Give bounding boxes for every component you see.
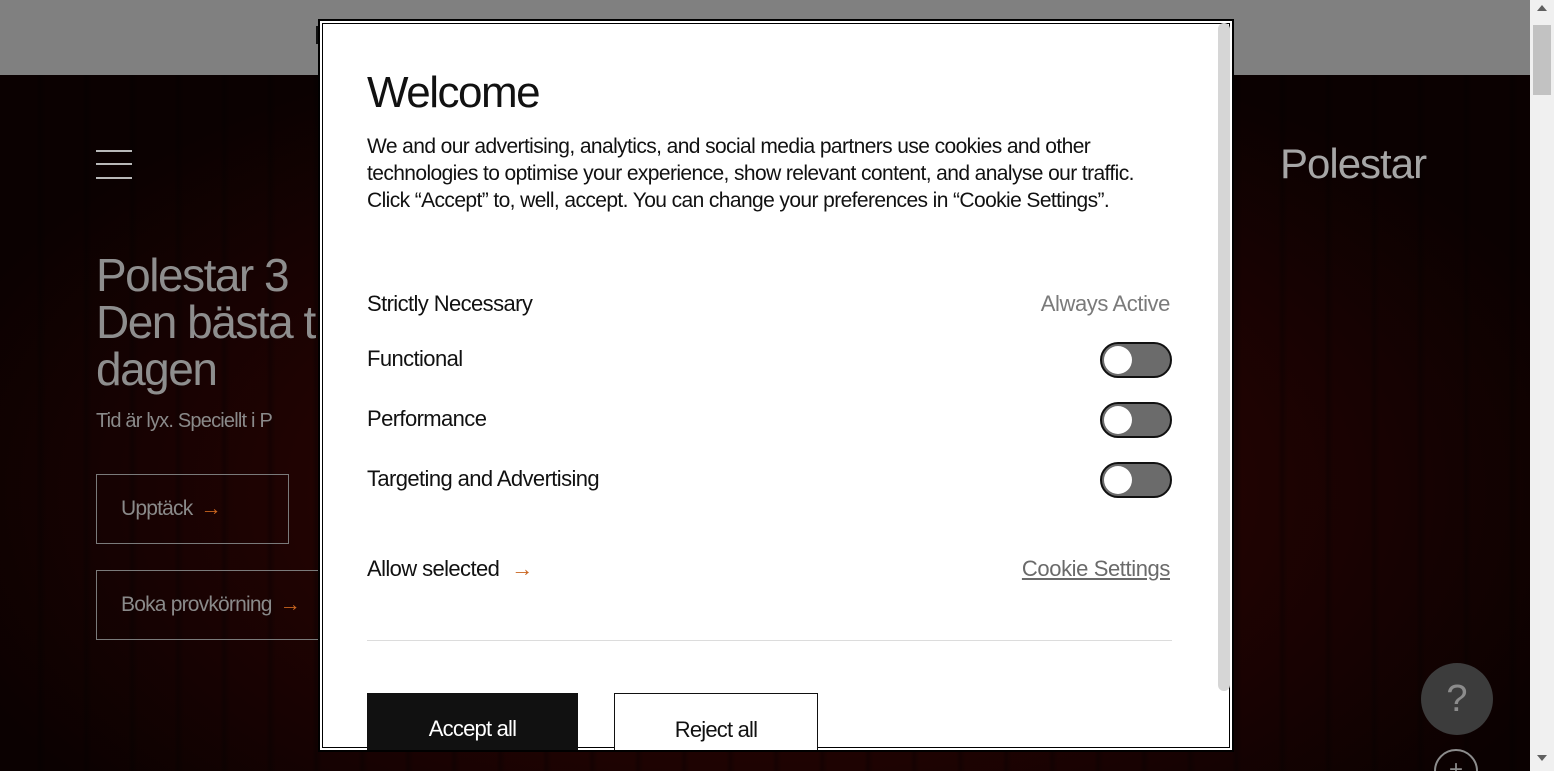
window-scrollbar[interactable] [1530, 0, 1554, 771]
category-strictly-necessary: Strictly Necessary [367, 291, 533, 316]
scroll-up-icon[interactable] [1537, 5, 1547, 11]
arrow-right-icon: → [511, 556, 533, 581]
toggle-knob [1104, 346, 1132, 374]
menu-icon[interactable] [96, 150, 132, 180]
performance-toggle[interactable] [1100, 402, 1172, 438]
cookie-settings-link[interactable]: Cookie Settings [1022, 556, 1170, 582]
functional-toggle[interactable] [1100, 342, 1172, 378]
dialog-scrollbar[interactable] [1218, 23, 1230, 691]
hero-title-line2: Den bästa t [96, 296, 316, 348]
discover-button[interactable]: Upptäck → [96, 474, 289, 544]
hero-title-line3: dagen [96, 343, 218, 395]
allow-selected-label: Allow selected [367, 556, 500, 581]
book-testdrive-button[interactable]: Boka provkörning → [96, 570, 356, 640]
dialog-description: We and our advertising, analytics, and s… [367, 135, 1134, 212]
divider [367, 640, 1172, 641]
category-targeting: Targeting and Advertising [367, 466, 600, 491]
accept-all-button[interactable]: Accept all [367, 693, 578, 750]
category-functional: Functional [367, 346, 463, 371]
help-icon[interactable]: ? [1421, 663, 1493, 735]
arrow-right-icon: → [200, 497, 221, 520]
discover-label: Upptäck [121, 497, 193, 520]
testdrive-label: Boka provkörning [121, 593, 272, 616]
scroll-down-icon[interactable] [1537, 755, 1547, 761]
targeting-toggle[interactable] [1100, 462, 1172, 498]
toggle-knob [1104, 466, 1132, 494]
brand-logo[interactable]: Polestar [1280, 140, 1427, 188]
allow-selected-link[interactable]: Allow selected → [367, 556, 533, 582]
hero-title-line1: Polestar 3 [96, 249, 290, 301]
reject-all-button[interactable]: Reject all [614, 693, 818, 750]
scrollbar-thumb[interactable] [1533, 25, 1551, 95]
arrow-right-icon: → [279, 593, 301, 616]
always-active-label: Always Active [1040, 291, 1171, 316]
dialog-title: Welcome [367, 68, 541, 117]
cookie-consent-dialog: Welcome We and our advertising, analytic… [318, 19, 1234, 752]
toggle-knob [1104, 406, 1132, 434]
category-performance: Performance [367, 406, 487, 431]
